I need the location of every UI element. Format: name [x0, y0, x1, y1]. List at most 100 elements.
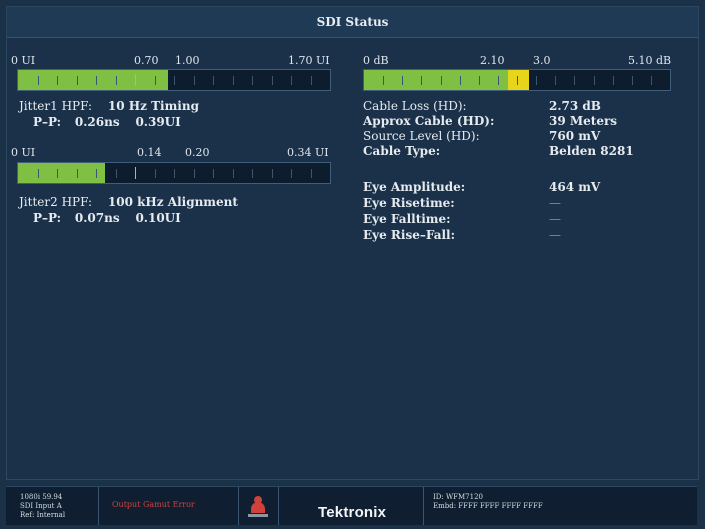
jitter2-pp-ui: 0.10UI	[135, 211, 181, 225]
approx-cable-label: Approx Cable (HD):	[363, 114, 495, 128]
meter-tick	[76, 76, 78, 85]
meter-tick	[650, 76, 652, 85]
embedded-audio: Embd: FFFF FFFF FFFF FFFF	[433, 502, 543, 510]
instrument-id: ID: WFM7120	[433, 493, 483, 501]
meter-tick	[213, 76, 214, 85]
meter-tick	[497, 76, 499, 85]
meter-tick	[271, 76, 273, 85]
approx-cable-value: 39 Meters	[549, 114, 618, 128]
alarm-bell-icon	[248, 496, 268, 517]
eye-falltime-label: Eye Falltime:	[363, 212, 451, 226]
meter-tick	[154, 169, 156, 178]
meter-tick	[555, 76, 557, 85]
meter-tick	[174, 76, 175, 85]
meter-tick	[252, 169, 253, 178]
meter-tick	[631, 76, 633, 85]
eye-risetime-label: Eye Risetime:	[363, 196, 455, 210]
meter-tick	[421, 76, 423, 85]
meter-tick	[310, 76, 312, 85]
meter-tick	[517, 76, 518, 85]
cable-scale-510: 5.10 dB	[628, 54, 672, 67]
eye-risefall-label: Eye Rise–Fall:	[363, 228, 456, 242]
meter-tick	[252, 76, 253, 85]
panel-titlebar: SDI Status	[7, 7, 698, 38]
cable-scale-0: 0 dB	[363, 54, 389, 67]
jitter2-pp-ns: 0.07ns	[74, 211, 120, 225]
jitter1-hpf-label: Jitter1 HPF:	[19, 99, 93, 113]
sdi-status-panel: SDI Status 0 UI 0.70 1.00 1.70 UI Jitter…	[6, 6, 699, 480]
jitter2-scale-0: 0 UI	[11, 146, 36, 159]
cable-loss-value: 2.73 dB	[549, 99, 601, 113]
eye-falltime-value: —	[549, 212, 561, 226]
jitter1-pp-ns: 0.26ns	[74, 115, 120, 129]
eye-risetime-value: —	[549, 196, 561, 210]
meter-tick	[612, 76, 614, 85]
meter-tick	[115, 76, 117, 85]
meter-tick	[291, 169, 292, 178]
video-format: 1080i 59.94	[20, 493, 63, 501]
meter-tick	[440, 76, 442, 85]
eye-risefall-value: —	[549, 228, 561, 242]
meter-tick	[154, 76, 156, 85]
meter-tick	[96, 76, 97, 85]
meter-tick	[174, 169, 175, 178]
meter-tick	[37, 169, 39, 178]
jitter1-pp-ui: 0.39UI	[135, 115, 181, 129]
input-source: SDI Input A	[20, 502, 62, 510]
meter-tick	[291, 76, 292, 85]
panel-title: SDI Status	[316, 15, 389, 29]
meter-tick	[76, 169, 78, 178]
jitter2-pp-label: P–P:	[33, 211, 62, 225]
meter-tick	[383, 76, 385, 85]
jitter1-meter-bar	[17, 69, 331, 91]
source-level-value: 760 mV	[549, 129, 601, 143]
meter-tick	[232, 169, 234, 178]
meter-tick	[478, 76, 480, 85]
jitter1-pp-row: P–P: 0.26ns 0.39UI	[33, 115, 181, 129]
jitter1-hpf-value: 10 Hz Timing	[107, 99, 199, 113]
error-area[interactable]: Output Gamut Error	[98, 487, 239, 525]
meter-tick	[135, 74, 136, 86]
alarm-indicator[interactable]	[238, 487, 279, 525]
jitter1-scale-0: 0 UI	[11, 54, 36, 67]
tektronix-logo: Tektronix	[318, 504, 387, 521]
gamut-error-text: Output Gamut Error	[112, 500, 195, 509]
status-bar: 1080i 59.94 SDI Input A Ref: Internal Ou…	[6, 486, 697, 525]
eye-amplitude-value: 464 mV	[549, 180, 601, 194]
jitter1-hpf-row: Jitter1 HPF: 10 Hz Timing	[19, 99, 199, 113]
jitter2-hpf-label: Jitter2 HPF:	[19, 195, 93, 209]
meter-tick	[536, 76, 538, 85]
meter-tick	[135, 167, 136, 179]
cable-scale-30: 3.0	[533, 54, 551, 67]
meter-tick	[193, 169, 195, 178]
meter-tick	[193, 76, 195, 85]
logo-area: Tektronix	[278, 487, 424, 525]
cable-loss-meter-bar	[363, 69, 671, 91]
jitter1-scale-070: 0.70	[134, 54, 159, 67]
jitter1-scale-170: 1.70 UI	[288, 54, 330, 67]
jitter2-meter-bar	[17, 162, 331, 184]
id-area: ID: WFM7120 Embd: FFFF FFFF FFFF FFFF	[423, 487, 697, 525]
meter-tick	[310, 169, 312, 178]
jitter2-hpf-row: Jitter2 HPF: 100 kHz Alignment	[19, 195, 238, 209]
jitter2-pp-row: P–P: 0.07ns 0.10UI	[33, 211, 181, 225]
eye-amplitude-label: Eye Amplitude:	[363, 180, 466, 194]
cable-loss-label: Cable Loss (HD):	[363, 99, 467, 113]
jitter1-pp-label: P–P:	[33, 115, 62, 129]
jitter2-scale-034: 0.34 UI	[287, 146, 329, 159]
meter-tick	[96, 169, 97, 178]
signal-info: 1080i 59.94 SDI Input A Ref: Internal	[6, 487, 99, 525]
meter-tick	[115, 169, 117, 178]
meter-tick	[271, 169, 273, 178]
meter-tick	[459, 76, 461, 85]
reference-source: Ref: Internal	[20, 511, 66, 519]
meter-tick	[574, 76, 576, 85]
cable-type-value: Belden 8281	[549, 144, 634, 158]
cable-scale-210: 2.10	[480, 54, 505, 67]
jitter1-scale-100: 1.00	[175, 54, 200, 67]
meter-tick	[402, 76, 404, 85]
jitter2-scale-020: 0.20	[185, 146, 210, 159]
jitter2-scale-014: 0.14	[137, 146, 162, 159]
meter-tick	[593, 76, 595, 85]
meter-tick	[37, 76, 39, 85]
